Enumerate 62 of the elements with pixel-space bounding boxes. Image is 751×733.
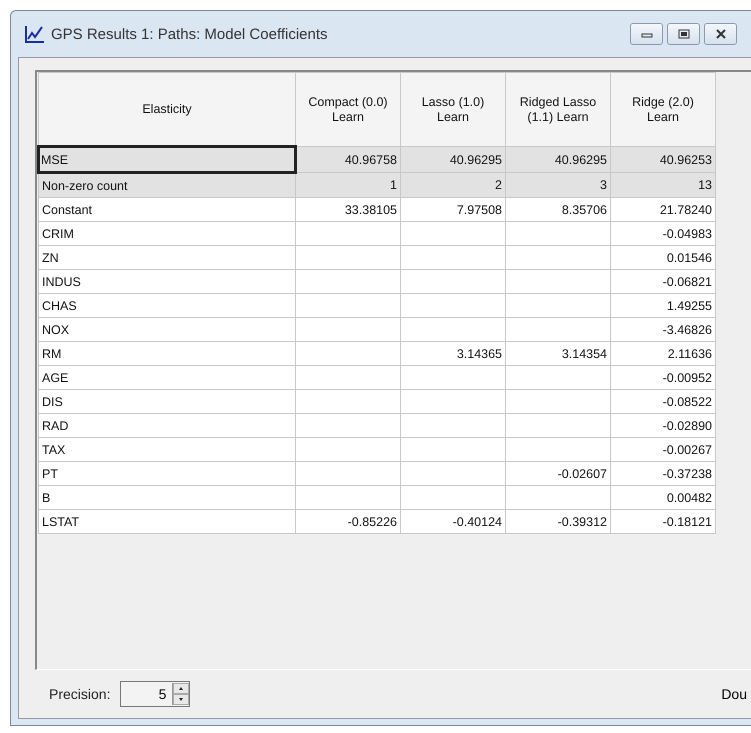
column-header[interactable]: Elasticity (38, 72, 296, 146)
table-cell: -0.40124 (400, 510, 506, 534)
close-button[interactable] (704, 23, 737, 45)
window-title: GPS Results 1: Paths: Model Coefficients (51, 26, 328, 42)
table-cell: AGE (38, 366, 296, 390)
table-cell: -0.85226 (296, 510, 400, 534)
table-cell: 40.96758 (296, 146, 400, 172)
table-cell: LSTAT (38, 510, 296, 534)
table-cell: 2.11636 (610, 342, 716, 366)
table-cell: -0.18121 (610, 510, 716, 534)
table-cell: PT (38, 462, 296, 486)
maximize-button[interactable] (667, 23, 700, 45)
table-cell: MSE (38, 146, 296, 172)
table-cell: Non-zero count (38, 172, 296, 198)
table-cell: CRIM (38, 222, 296, 246)
table-cell: CHAS (38, 294, 296, 318)
table-cell: 0.00482 (610, 486, 716, 510)
table-cell: 21.78240 (610, 198, 716, 222)
table-cell: 40.96253 (610, 146, 716, 172)
close-icon (714, 29, 726, 39)
table-cell: 13 (610, 172, 716, 198)
table-cell: -0.02890 (610, 414, 716, 438)
table-cell: -0.37238 (610, 462, 716, 486)
maximize-icon (678, 29, 690, 39)
column-header[interactable]: Ridged Lasso (1.1) Learn (506, 72, 610, 146)
table-cell: NOX (38, 318, 296, 342)
precision-label: Precision: (49, 686, 110, 702)
table-cell: 0.01546 (610, 246, 716, 270)
table-cell: 3.14354 (506, 342, 610, 366)
table-cell: 2 (400, 172, 506, 198)
table-cell: 3.14365 (400, 342, 506, 366)
table-cell: ZN (38, 246, 296, 270)
table-cell: -0.02607 (506, 462, 610, 486)
table-cell: -0.00267 (610, 438, 716, 462)
table-cell: RM (38, 342, 296, 366)
table-cell: 7.97508 (400, 198, 506, 222)
table-cell: 33.38105 (296, 198, 400, 222)
precision-spinner[interactable]: 5 (120, 681, 190, 707)
table-cell: 8.35706 (506, 198, 610, 222)
cut-off-label: Dou (721, 686, 747, 702)
table-cell: Constant (38, 198, 296, 222)
table-cell: 1.49255 (610, 294, 716, 318)
line-chart-icon (25, 25, 45, 43)
column-header[interactable]: Compact (0.0) Learn (296, 72, 400, 146)
table-cell: -0.00952 (610, 366, 716, 390)
table-cell: B (38, 486, 296, 510)
table-cell: 1 (296, 172, 400, 198)
column-header[interactable]: Lasso (1.0) Learn (400, 72, 506, 146)
table-cell: 40.96295 (400, 146, 506, 172)
table-cell: -3.46826 (610, 318, 716, 342)
table-cell: INDUS (38, 270, 296, 294)
minimize-button[interactable] (630, 23, 663, 45)
table-cell: DIS (38, 390, 296, 414)
table-cell: TAX (38, 438, 296, 462)
table-cell: 40.96295 (506, 146, 610, 172)
table-cell: -0.39312 (506, 510, 610, 534)
table-cell: -0.08522 (610, 390, 716, 414)
column-header[interactable]: Ridge (2.0) Learn (610, 72, 716, 146)
table-cell: RAD (38, 414, 296, 438)
table-cell: -0.06821 (610, 270, 716, 294)
table-cell: -0.04983 (610, 222, 716, 246)
table-cell: 3 (506, 172, 610, 198)
